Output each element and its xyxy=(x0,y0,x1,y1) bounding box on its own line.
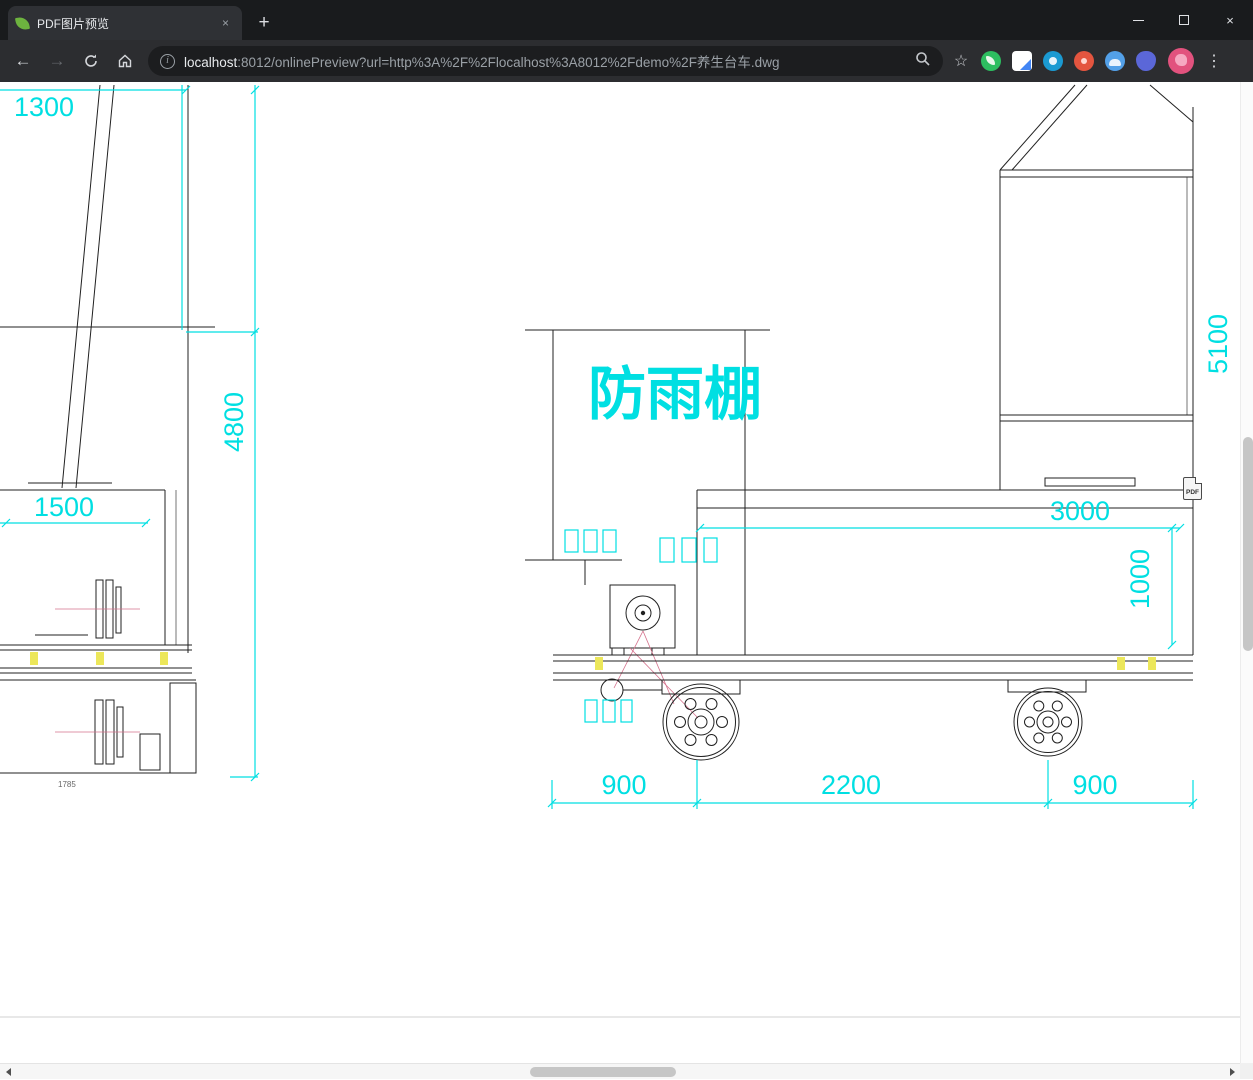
maximize-button[interactable] xyxy=(1161,0,1207,40)
forward-button[interactable]: → xyxy=(42,46,72,76)
tab-title: PDF图片预览 xyxy=(37,16,110,31)
minimize-button[interactable] xyxy=(1115,0,1161,40)
minimize-icon xyxy=(1132,19,1144,21)
home-button[interactable] xyxy=(110,46,140,76)
reload-button[interactable] xyxy=(76,46,106,76)
scrollbar-corner xyxy=(1240,1063,1253,1079)
horizontal-scrollbar[interactable] xyxy=(0,1063,1253,1079)
vertical-scrollbar-thumb[interactable] xyxy=(1242,437,1253,651)
right-triangle-icon xyxy=(1229,1068,1235,1076)
rain-shelter-label: 防雨棚 xyxy=(588,362,762,427)
dim-900-left: 900 xyxy=(601,770,646,800)
magnifier-icon xyxy=(916,51,930,66)
translate-extension-icon[interactable] xyxy=(1012,51,1032,71)
page-info-icon[interactable]: i xyxy=(160,53,175,69)
extension-red-icon[interactable] xyxy=(1074,51,1094,71)
scroll-right-arrow[interactable] xyxy=(1224,1064,1240,1080)
cloud-extension-icon[interactable] xyxy=(1105,51,1125,71)
shield-extension-icon[interactable] xyxy=(1136,51,1156,71)
dim-900-right: 900 xyxy=(1072,770,1117,800)
zoom-indicator-button[interactable] xyxy=(915,51,931,72)
bookmark-star-button[interactable]: ☆ xyxy=(949,51,973,71)
dim-4800: 4800 xyxy=(219,392,249,452)
back-button[interactable]: ← xyxy=(8,46,38,76)
tab-strip: PDF图片预览 × + × xyxy=(0,0,1253,40)
vertical-scrollbar[interactable] xyxy=(1240,82,1253,1063)
left-elevation-view: 1785 xyxy=(0,84,215,789)
reload-icon xyxy=(85,54,97,67)
cad-drawing-canvas: 1785 1300 4800 1500 防雨棚 3000 1000 5100 9… xyxy=(0,84,1240,1018)
browser-tab[interactable]: PDF图片预览 × xyxy=(8,6,242,40)
horizontal-scrollbar-thumb[interactable] xyxy=(530,1067,676,1077)
left-triangle-icon xyxy=(5,1068,11,1076)
dim-1300: 1300 xyxy=(14,92,74,122)
extensions-row xyxy=(981,51,1156,71)
pdf-file-icon[interactable]: PDF xyxy=(1183,477,1202,500)
dim-3000: 3000 xyxy=(1050,496,1110,526)
profile-avatar[interactable] xyxy=(1168,48,1194,74)
extension-blue-icon[interactable] xyxy=(1043,51,1063,71)
dim-5100: 5100 xyxy=(1203,314,1233,374)
address-text: localhost:8012/onlinePreview?url=http%3A… xyxy=(184,51,906,71)
small-dim-note: 1785 xyxy=(58,780,76,789)
pdf-icon-label: PDF xyxy=(1186,489,1199,496)
spring-leaf-favicon xyxy=(14,15,31,31)
dwg-preview-page: 1785 1300 4800 1500 防雨棚 3000 1000 5100 9… xyxy=(0,82,1240,1063)
dim-1500: 1500 xyxy=(34,492,94,522)
url-path: :8012/onlinePreview?url=http%3A%2F%2Floc… xyxy=(237,55,780,70)
new-tab-button[interactable]: + xyxy=(250,9,278,37)
address-bar[interactable]: i localhost:8012/onlinePreview?url=http%… xyxy=(148,46,943,76)
dim-1000: 1000 xyxy=(1125,549,1155,609)
tab-close-icon[interactable]: × xyxy=(217,15,234,32)
url-host: localhost xyxy=(184,55,238,70)
home-icon xyxy=(118,54,132,68)
dim-2200: 2200 xyxy=(821,770,881,800)
window-controls: × xyxy=(1115,0,1253,40)
close-window-button[interactable]: × xyxy=(1207,0,1253,40)
right-elevation-view xyxy=(999,84,1194,655)
browser-toolbar: ← → i localhost:8012/onlinePreview?url=h… xyxy=(0,40,1253,82)
extension-green-icon[interactable] xyxy=(981,51,1001,71)
maximize-icon xyxy=(1179,15,1189,25)
browser-menu-button[interactable]: ⋮ xyxy=(1200,51,1228,71)
scroll-left-arrow[interactable] xyxy=(0,1064,16,1080)
